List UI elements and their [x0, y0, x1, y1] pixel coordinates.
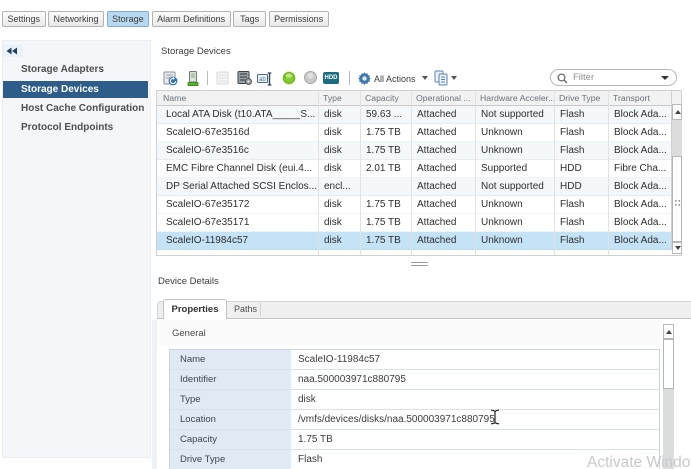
svg-text:ab: ab	[259, 77, 266, 83]
